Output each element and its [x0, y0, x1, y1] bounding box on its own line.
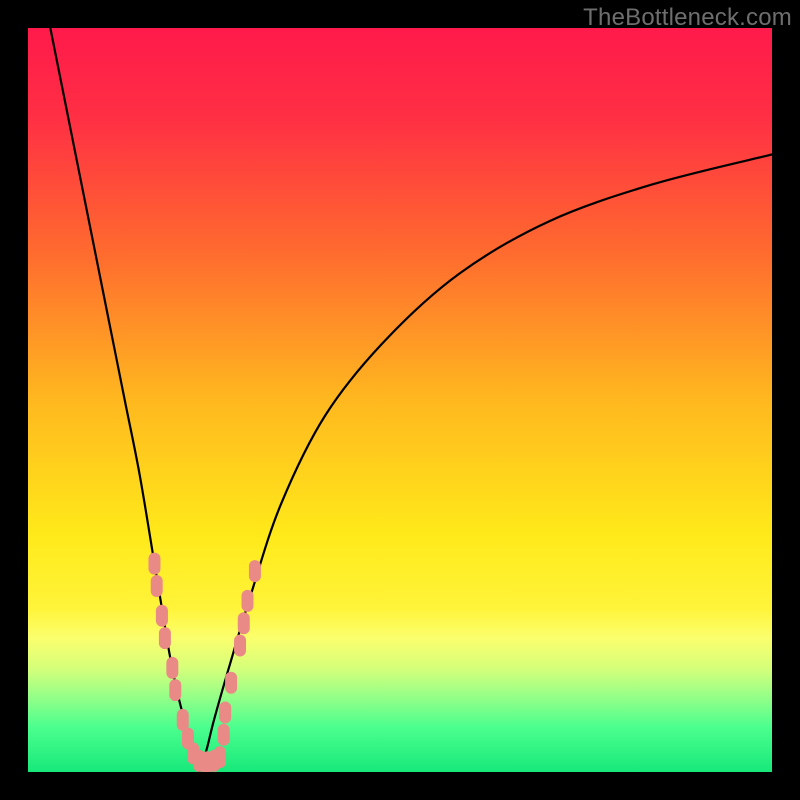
marker-dot	[169, 679, 181, 701]
chart-frame	[28, 28, 772, 772]
marker-dot	[166, 657, 178, 679]
chart-plot	[28, 28, 772, 772]
marker-dot	[218, 724, 230, 746]
marker-dot	[156, 605, 168, 627]
marker-dot	[219, 701, 231, 723]
marker-dot	[159, 627, 171, 649]
marker-dot	[241, 590, 253, 612]
chart-background	[28, 28, 772, 772]
marker-dot	[148, 553, 160, 575]
marker-dot	[234, 635, 246, 657]
marker-dot	[214, 746, 226, 768]
marker-dot	[238, 612, 250, 634]
marker-dot	[225, 672, 237, 694]
marker-dot	[151, 575, 163, 597]
marker-dot	[249, 560, 261, 582]
